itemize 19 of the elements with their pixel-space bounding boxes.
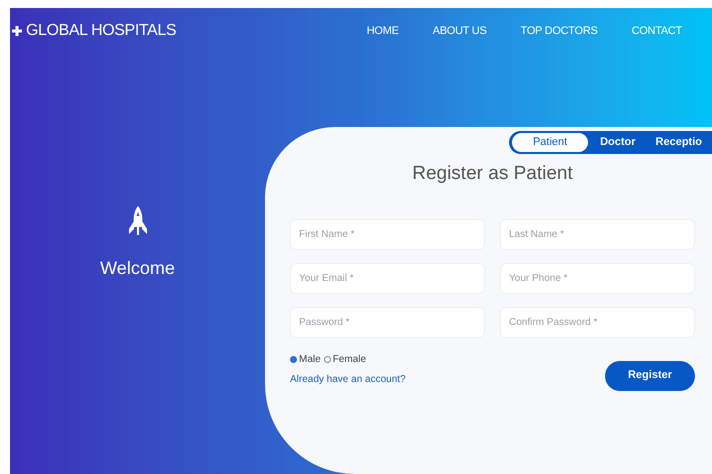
- nav-link[interactable]: HOME: [366, 22, 399, 40]
- login-link[interactable]: Already have an account?: [290, 372, 406, 387]
- form-title: Register as Patient: [411, 162, 574, 186]
- register-button[interactable]: Register: [605, 360, 695, 390]
- nav-link[interactable]: TOP DOCTORS: [520, 22, 598, 40]
- input-field[interactable]: Your Phone *: [500, 262, 695, 294]
- nav-link[interactable]: ABOUT US: [432, 22, 487, 40]
- tab[interactable]: Receptio: [646, 134, 712, 151]
- input-field[interactable]: First Name *: [290, 218, 485, 250]
- tab[interactable]: Doctor: [590, 134, 646, 151]
- welcome-text: Welcome: [100, 257, 175, 280]
- input-field[interactable]: Your Email *: [290, 262, 485, 294]
- radio-label: Female: [332, 352, 366, 366]
- input-field[interactable]: Last Name *: [500, 218, 695, 250]
- input-field[interactable]: Confirm Password *: [500, 306, 695, 338]
- radio-label: Male: [299, 352, 321, 366]
- input-field[interactable]: Password *: [290, 306, 485, 338]
- brand-name: GLOBAL HOSPITALS: [26, 21, 176, 41]
- tab[interactable]: Patient: [510, 131, 590, 154]
